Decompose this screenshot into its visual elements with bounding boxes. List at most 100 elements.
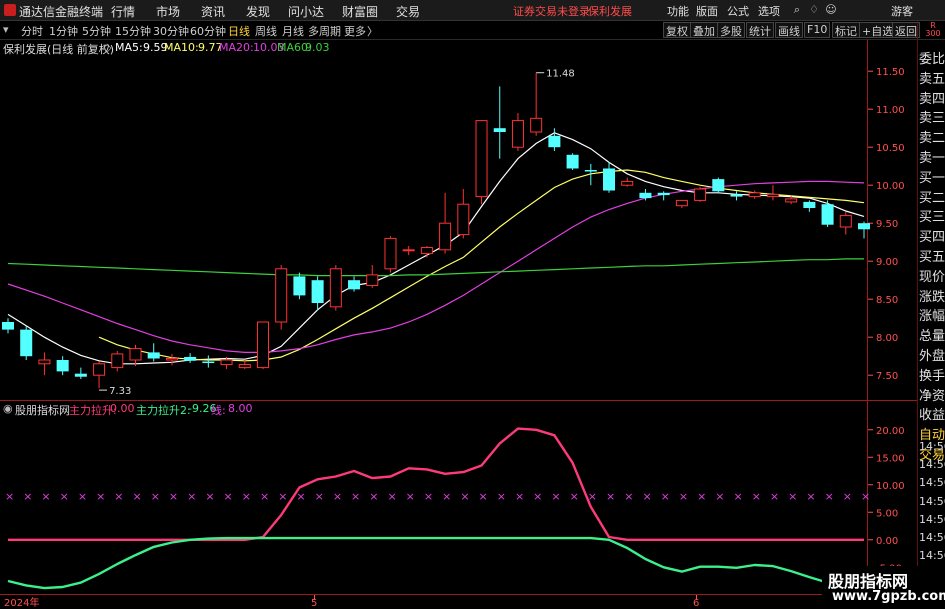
indicator-line-marker: × [806,490,815,503]
candle-body-up [165,357,178,361]
indicator-line-marker: × [78,490,87,503]
candle-body-up [675,199,688,207]
side-label: 现价 [919,269,945,285]
candle [439,192,452,254]
candle-body-down [821,204,834,225]
indicator-line-marker: × [424,490,433,503]
candle-body-up [439,222,452,251]
candle [256,321,269,370]
candle-body-up [275,268,288,323]
chart-annotations: 11.48 7.33 [99,69,575,397]
indicator-line-marker: × [315,490,324,503]
indicator-main2-line [7,536,865,592]
candle [402,246,415,256]
side-label: 买四 [919,230,945,246]
indicator-line-marker: × [770,490,779,503]
side-label: 卖五 [919,71,945,87]
side-time: 14:56 [919,512,945,526]
indicator-line-marker: × [169,490,178,503]
indicator-line-marker: × [387,490,396,503]
indicator-line-marker: × [224,490,233,503]
candle [165,353,178,366]
candle [821,200,834,227]
candle-body-up [475,120,488,198]
indicator-line-marker: × [369,490,378,503]
candle-body-up [457,203,470,236]
low-price-label: 7.33 [109,386,131,397]
candle-body-down [311,280,324,303]
indicator-line-marker: × [60,490,69,503]
candle [603,162,616,193]
indicator-line-marker: × [278,490,287,503]
candle [238,360,251,370]
indicator-line-marker: × [606,490,615,503]
main-y-tick-label: 7.50 [876,371,898,382]
indicator-line-marker: × [734,490,743,503]
moving-average-lines [7,132,865,365]
candle [803,200,816,212]
main-y-tick-label: 10.00 [876,181,905,192]
ma-line-ma5 [7,132,865,365]
indicator-y-tick-label: 15.00 [876,453,905,464]
main-y-tick-label: 9.00 [876,257,898,268]
candle [38,352,51,376]
side-label: 卖二 [919,131,945,147]
candle [384,236,397,273]
candle-body-down [603,168,616,191]
side-label: 卖三 [919,111,945,127]
indicator-line-marker: × [479,490,488,503]
indicator-line-marker: × [570,490,579,503]
candle [56,356,69,376]
indicator-lines: × × × × × × × × × × × × × × × × × × × × × × × × × × × × × × × × × × × × × × × ×… [5,427,870,592]
candle-body-up [220,359,233,366]
candle-body-up [766,193,779,198]
side-time: 14:56 [919,494,945,508]
candle [548,128,561,151]
watermark-url: www.7gpzb.com [832,589,945,604]
candle-body-down [803,201,816,208]
indicator-line-marker: × [114,490,123,503]
indicator-line-marker: × [205,490,214,503]
candle [857,221,871,239]
candle-body-down [184,356,197,361]
candle-body-up [129,348,142,361]
candle-body-down [20,329,33,357]
indicator-line-marker: × [715,490,724,503]
candle-body-down [147,352,160,359]
indicator-line-marker: × [260,490,269,503]
indicator-y-tick-label: 20.00 [876,426,905,437]
candle-body-down [548,135,561,148]
indicator-line-marker: × [843,490,852,503]
candle-body-up [256,321,269,369]
candle [675,199,688,208]
x-label-may: 5 [311,598,317,609]
candle-body-down [56,360,69,372]
candle [129,344,142,367]
candle [111,350,124,372]
main-y-tick-label: 11.00 [876,105,905,116]
watermark: 股朋指标网 www.7gpzb.com [822,566,945,609]
main-y-axis: 11.50 11.00 10.50 10.00 9.50 9.00 8.50 8.00 7.50 [868,67,905,382]
candle [694,186,707,202]
candle [275,265,288,330]
indicator-line-marker: × [551,490,560,503]
candle [1,318,15,334]
side-label: 涨跌 [919,289,945,305]
candle-body-up [748,192,761,198]
candle [530,72,543,136]
indicator-line-marker: × [96,490,105,503]
candle [566,153,579,170]
indicator-line-marker: × [752,490,761,503]
side-label: 卖一 [919,151,945,166]
chart-canvas[interactable]: 11.50 11.00 10.50 10.00 9.50 9.00 8.50 8.00 7.50… [0,0,945,609]
indicator-line-marker: × [533,490,542,503]
indicator-y-tick-label: 10.00 [876,481,905,492]
candle-body-up [93,363,106,376]
candle-body-up [530,117,543,133]
indicator-line-marker: × [442,490,451,503]
high-price-label: 11.48 [546,69,575,80]
indicator-line-marker: × [406,490,415,503]
candle-body-up [402,249,415,252]
candle [311,276,324,311]
side-time: 14:56 [919,476,945,490]
